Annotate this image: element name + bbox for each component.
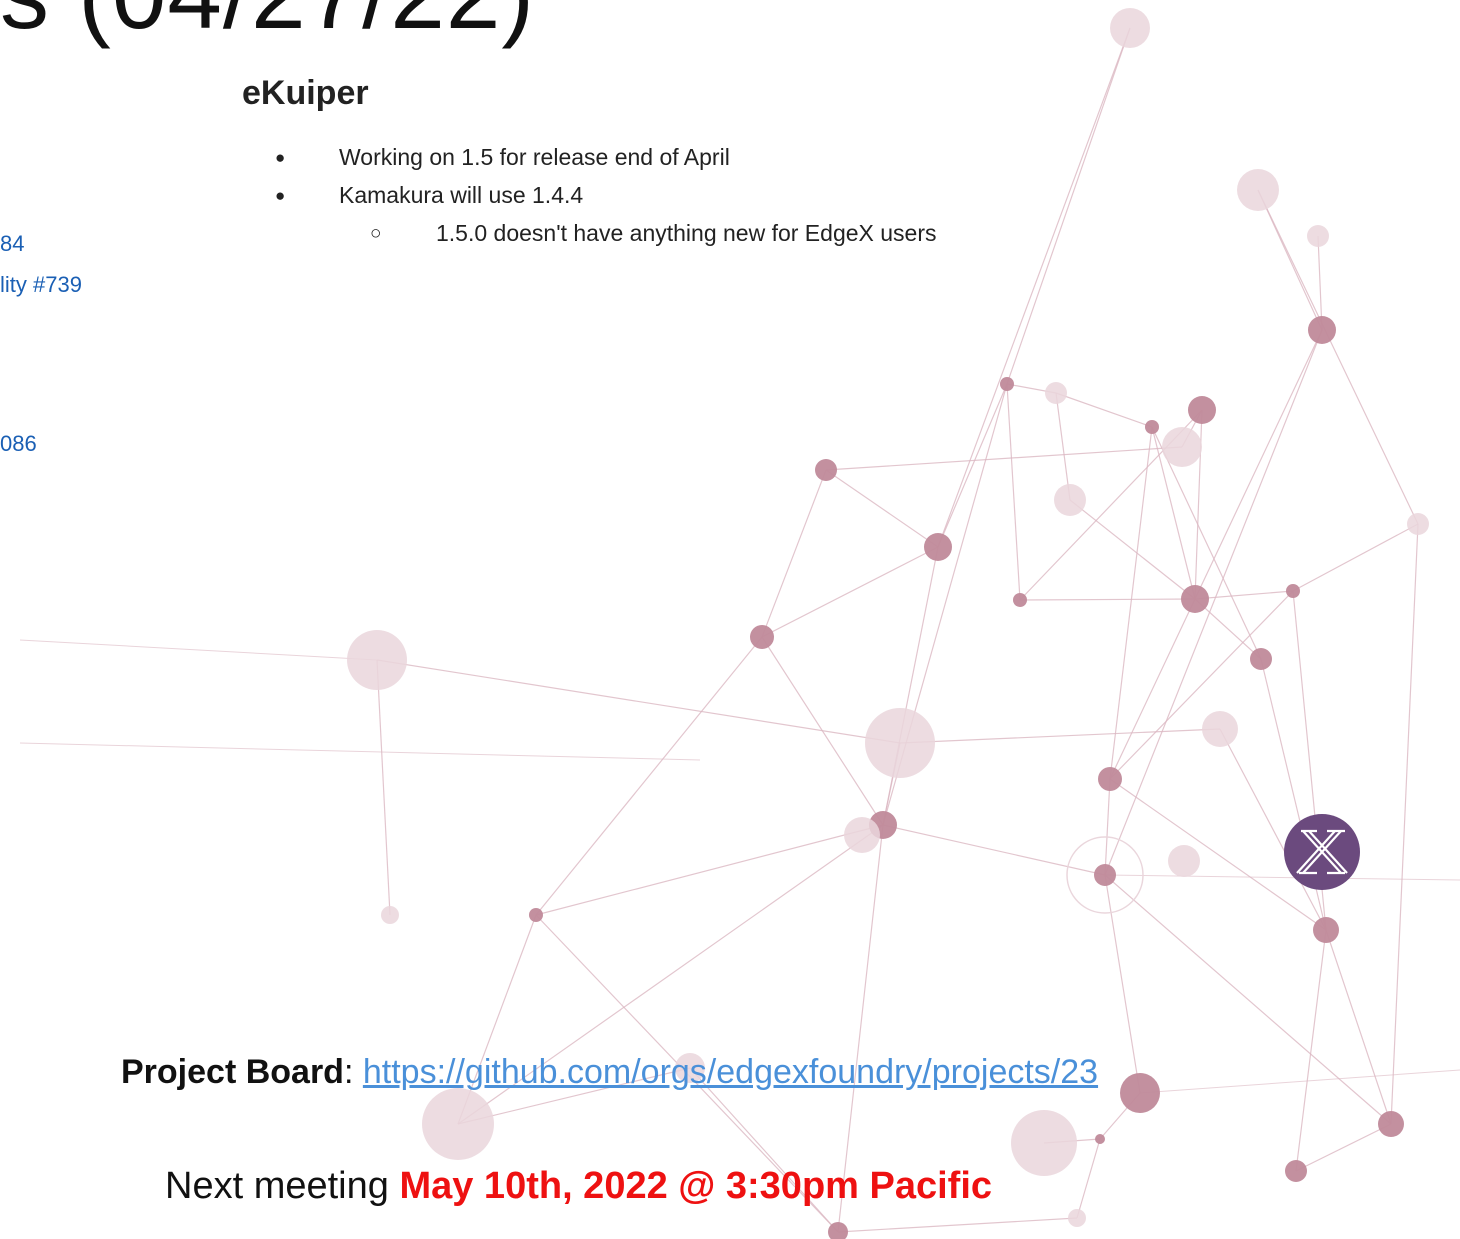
network-edge [1109,590,1294,780]
network-node [1000,377,1014,391]
left-column-link-fragment[interactable]: 84 [0,231,24,257]
network-node [924,533,952,561]
network-node [1011,1110,1077,1176]
project-board-separator: : [343,1053,363,1091]
network-edge [1295,929,1327,1172]
sub-bullet-marker-icon: ○ [370,223,382,244]
network-node [1013,593,1027,607]
network-edge [376,659,391,916]
network-edge [882,824,1106,876]
bullet-text: Working on 1.5 for release end of April [339,144,730,170]
network-edge [761,469,827,638]
network-edge [1292,523,1419,592]
network-edge [1055,392,1153,428]
network-node [1188,396,1216,424]
network-node [1120,1073,1160,1113]
network-edge [19,742,701,761]
network-node [1285,1160,1307,1182]
network-node [1378,1111,1404,1137]
network-node [422,1088,494,1160]
network-edge [1325,929,1392,1125]
network-edge [1109,426,1153,780]
network-edge [1139,1069,1460,1094]
next-meeting-line: Next meeting May 10th, 2022 @ 3:30pm Pac… [165,1165,992,1208]
network-node [1202,711,1238,747]
bullet-text: Kamakura will use 1.4.4 [339,182,584,208]
network-edge [1109,598,1196,780]
network-edge [376,659,901,744]
network-node [347,630,407,690]
network-node [1094,864,1116,886]
slide-title-fragment: s (04/27/22) [0,0,535,51]
network-edge [1295,1123,1392,1172]
network-edge [1019,598,1196,601]
network-node [1068,1209,1086,1227]
network-edge [937,27,1131,548]
network-node [1407,513,1429,535]
section-heading: eKuiper [242,74,369,112]
network-edge [937,383,1008,548]
network-node [1054,484,1086,516]
bullet-marker-icon: ● [275,148,286,167]
network-edge [1055,392,1071,501]
network-edge [1390,523,1419,1125]
bullet-text: 1.5.0 doesn't have anything new for Edge… [436,220,937,246]
network-node [529,908,543,922]
network-edge [825,446,1183,471]
network-node [1168,845,1200,877]
network-node [1098,767,1122,791]
network-edge [1151,426,1262,660]
network-node [1045,382,1067,404]
network-edge [1257,189,1419,525]
edgex-x-logo-icon [1284,814,1360,890]
project-board-link[interactable]: https://github.com/orgs/edgexfoundry/pro… [363,1053,1098,1091]
network-edge [825,469,939,548]
network-edge [1194,590,1294,600]
network-edge [1006,27,1131,385]
bullet-marker-icon: ● [275,186,286,205]
left-column-link-fragment[interactable]: lity #739 [0,272,82,298]
network-node [844,817,880,853]
network-node [1181,585,1209,613]
network-edge [761,546,939,638]
network-edge [1104,874,1141,1094]
network-node [381,906,399,924]
project-board-line: Project Board: https://github.com/orgs/e… [121,1053,1098,1092]
network-edge [535,824,884,916]
network-node [1313,917,1339,943]
network-node [1308,316,1336,344]
network-node [1307,225,1329,247]
network-node [1110,8,1150,48]
network-node [865,708,935,778]
network-edge [1069,499,1196,600]
network-edge [837,1217,1078,1233]
network-edge [1006,383,1021,601]
left-column-link-fragment[interactable]: 086 [0,431,37,457]
network-node [1145,420,1159,434]
network-node [750,625,774,649]
project-board-label: Project Board [121,1053,344,1091]
next-meeting-date: May 10th, 2022 @ 3:30pm Pacific [399,1165,993,1207]
network-edge [19,639,378,661]
network-node [1237,169,1279,211]
next-meeting-label: Next meeting [165,1165,400,1207]
network-node [1095,1134,1105,1144]
network-edge [899,728,1221,744]
network-node [1250,648,1272,670]
network-edge [1076,1138,1101,1219]
network-edge [1104,778,1111,876]
network-node [1162,427,1202,467]
network-edge [535,636,763,916]
network-node [1286,584,1300,598]
network-node [815,459,837,481]
